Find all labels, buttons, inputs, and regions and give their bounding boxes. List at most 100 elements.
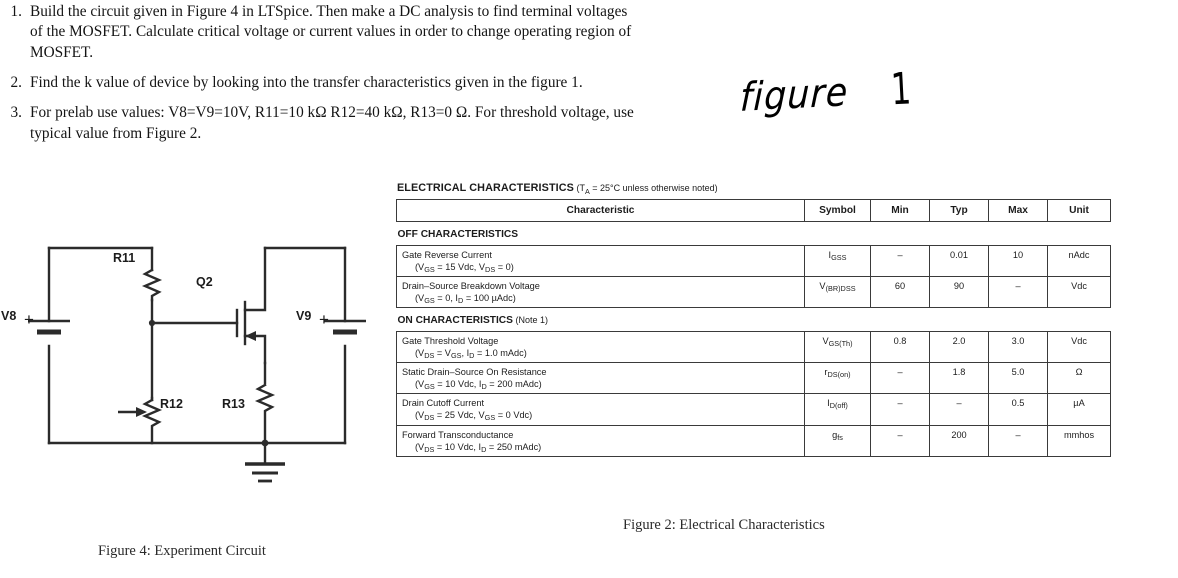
typ-cell: – <box>929 393 989 426</box>
electrical-characteristics-block: ELECTRICAL CHARACTERISTICS (TA = 25°C un… <box>396 182 1111 457</box>
unit-cell: mmhos <box>1047 424 1111 457</box>
junction-dot-ground <box>261 439 269 447</box>
unit-cell: Vdc <box>1047 275 1111 309</box>
handwritten-number: 1 <box>890 64 914 116</box>
circuit-figure-caption: Figure 4: Experiment Circuit <box>98 543 266 559</box>
typ-cell: 2.0 <box>929 330 989 364</box>
datasheet-title-main: ELECTRICAL CHARACTERISTICS <box>397 182 574 194</box>
question-line: MOSFET. <box>30 43 94 61</box>
column-header: Min <box>870 198 930 223</box>
max-cell: 0.5 <box>988 393 1048 426</box>
max-cell: – <box>988 424 1048 457</box>
battery-v9-symbol <box>324 319 366 335</box>
polarity-plus-v9: + <box>319 310 329 329</box>
characteristic-name: Static Drain–Source On Resistance <box>402 367 547 377</box>
column-header: Max <box>988 198 1048 223</box>
min-cell: – <box>870 244 930 277</box>
column-header: Symbol <box>804 198 871 223</box>
section-heading: ON CHARACTERISTICS <box>397 315 513 327</box>
characteristic-condition: (VGS = 15 Vdc, VDS = 0) <box>415 261 514 274</box>
characteristic-cell: Static Drain–Source On Resistance (VGS = … <box>396 361 805 395</box>
min-cell: – <box>870 393 930 426</box>
table-row: Static Drain–Source On Resistance (VGS = … <box>396 361 1111 395</box>
unit-cell: nAdc <box>1047 244 1111 277</box>
characteristic-condition: (VDS = VGS, ID = 1.0 mAdc) <box>415 347 527 360</box>
symbol-cell: ID(off) <box>804 393 871 426</box>
table-row: Gate Reverse Current (VGS = 15 Vdc, VDS =… <box>396 244 1111 277</box>
characteristic-condition: (VGS = 0, ID = 100 µAdc) <box>415 293 516 306</box>
circuit-schematic: R11 R12 R13 Q2 V8 V9 + + <box>1 246 366 483</box>
label-r13: R13 <box>222 397 245 411</box>
unit-cell: Ω <box>1047 361 1111 395</box>
label-r11: R11 <box>113 251 135 265</box>
datasheet-title-condition: (TA = 25°C unless otherwise noted) <box>573 183 718 196</box>
column-header: Typ <box>929 198 989 223</box>
unit-cell: Vdc <box>1047 330 1111 364</box>
datasheet-title: ELECTRICAL CHARACTERISTICS (TA = 25°C un… <box>397 182 1110 196</box>
table-row: Drain Cutoff Current (VDS = 25 Vdc, VGS =… <box>396 393 1111 426</box>
mosfet-drain-lead <box>243 246 267 312</box>
max-cell: – <box>988 275 1048 309</box>
polarity-plus-v8: + <box>24 310 34 329</box>
question-number: 2. <box>10 74 22 92</box>
typ-cell: 1.8 <box>929 361 989 395</box>
table-row: Gate Threshold Voltage (VDS = VGS, ID = 1… <box>396 330 1111 364</box>
characteristic-condition: (VDS = 10 Vdc, ID = 250 mAdc) <box>415 441 542 454</box>
max-cell: 10 <box>988 244 1048 277</box>
question-line: typical value from Figure 2. <box>30 124 202 142</box>
question-number: 1. <box>10 3 22 20</box>
min-cell: 0.8 <box>870 330 930 364</box>
label-v9: V9 <box>296 309 311 323</box>
question-item: 1. Build the circuit given in Figure 4 in… <box>0 2 952 63</box>
table-section-row: OFF CHARACTERISTICS <box>397 222 1111 245</box>
column-header: Unit <box>1047 198 1111 223</box>
characteristic-cell: Drain–Source Breakdown Voltage (VGS = 0, … <box>396 275 805 309</box>
symbol-cell: VGS(Th) <box>804 330 871 364</box>
worksheet-page: 1. Build the circuit given in Figure 4 in… <box>0 0 1178 578</box>
characteristic-name: Forward Transconductance <box>402 429 514 440</box>
electrical-characteristics-table: Characteristic Symbol Min Typ Max Unit OFF CHA… <box>396 198 1111 457</box>
battery-v8-symbol <box>28 319 70 335</box>
table-section-row: ON CHARACTERISTICS (Note 1) <box>397 308 1111 331</box>
characteristic-cell: Drain Cutoff Current (VDS = 25 Vdc, VGS =… <box>396 393 805 426</box>
max-cell: 3.0 <box>988 330 1048 364</box>
table-row: Drain–Source Breakdown Voltage (VGS = 0, … <box>396 275 1111 309</box>
section-note: (Note 1) <box>512 315 548 326</box>
typ-cell: 0.01 <box>929 244 989 277</box>
typ-cell: 90 <box>929 275 989 309</box>
mosfet-source-arrow <box>245 331 256 341</box>
max-cell: 5.0 <box>988 361 1048 395</box>
ground-icon <box>245 462 285 483</box>
label-r12: R12 <box>160 397 183 411</box>
typ-cell: 200 <box>929 424 989 457</box>
symbol-cell: rDS(on) <box>804 361 871 395</box>
min-cell: – <box>870 424 930 457</box>
question-number: 3. <box>10 104 22 122</box>
min-cell: 60 <box>870 275 930 309</box>
question-line: Build the circuit given in Figure 4 in L… <box>30 3 628 20</box>
resistor-r12 <box>141 398 163 445</box>
characteristic-cell: Gate Reverse Current (VGS = 15 Vdc, VDS =… <box>396 244 805 277</box>
label-v8: V8 <box>1 309 16 323</box>
unit-cell: µA <box>1047 393 1111 426</box>
section-heading: OFF CHARACTERISTICS <box>397 229 519 241</box>
symbol-cell: IGSS <box>804 244 871 277</box>
resistor-r13 <box>254 383 276 445</box>
question-line: of the MOSFET. Calculate critical voltag… <box>30 23 632 41</box>
characteristic-cell: Forward Transconductance (VDS = 10 Vdc, I… <box>396 424 805 457</box>
datasheet-figure-caption: Figure 2: Electrical Characteristics <box>623 517 825 533</box>
junction-dot-gate <box>148 319 156 327</box>
resistor-r11 <box>141 268 163 302</box>
characteristic-condition: (VGS = 10 Vdc, ID = 200 mAdc) <box>415 379 542 392</box>
characteristic-name: Gate Reverse Current <box>402 249 492 260</box>
characteristic-name: Gate Threshold Voltage <box>402 335 499 346</box>
column-header: Characteristic <box>396 198 805 223</box>
table-row: Forward Transconductance (VDS = 10 Vdc, I… <box>396 424 1111 457</box>
experiment-circuit-figure: R11 R12 R13 Q2 V8 V9 + + <box>0 228 390 578</box>
handwritten-word: figure <box>739 70 850 122</box>
symbol-cell: gfs <box>804 424 871 457</box>
potentiometer-wiper-arrow <box>118 407 147 417</box>
label-q2: Q2 <box>196 275 213 289</box>
characteristic-name: Drain–Source Breakdown Voltage <box>402 280 540 291</box>
table-header-row: Characteristic Symbol Min Typ Max Unit <box>396 198 1111 223</box>
